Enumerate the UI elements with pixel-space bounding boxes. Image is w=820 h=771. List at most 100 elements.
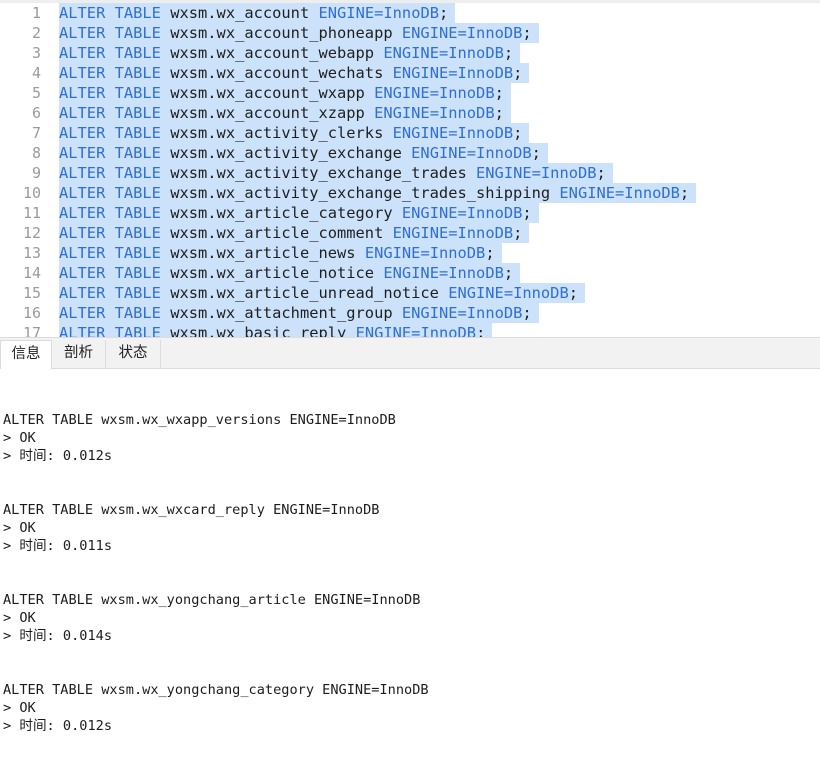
sql-keyword: ALTER TABLE: [59, 84, 161, 102]
line-number: 12: [22, 224, 41, 242]
engine-keyword: ENGINE: [401, 204, 458, 222]
log-statement: ALTER TABLE wxsm.wx_yongchang_category E…: [3, 682, 429, 698]
code-text[interactable]: ALTER TABLE wxsm.wx_account_webapp ENGIN…: [59, 43, 521, 63]
tab-status[interactable]: 状态: [106, 340, 161, 369]
engine-value: InnoDB: [540, 164, 597, 182]
line-number: 4: [31, 64, 41, 82]
line-number: 1: [31, 4, 41, 22]
code-line[interactable]: 15 ALTER TABLE wxsm.wx_article_unread_not…: [0, 283, 820, 303]
engine-value: InnoDB: [429, 244, 486, 262]
code-text[interactable]: ALTER TABLE wxsm.wx_article_notice ENGIN…: [59, 263, 521, 283]
code-line[interactable]: 9 ALTER TABLE wxsm.wx_activity_exchange_t…: [0, 163, 820, 183]
line-number: 14: [22, 264, 41, 282]
table-name: wxsm.wx_account_webapp: [170, 44, 375, 62]
code-line[interactable]: 1 ALTER TABLE wxsm.wx_account ENGINE=Inno…: [0, 3, 820, 23]
code-text[interactable]: ALTER TABLE wxsm.wx_activity_clerks ENGI…: [59, 123, 530, 143]
code-text[interactable]: ALTER TABLE wxsm.wx_activity_exchange EN…: [59, 143, 548, 163]
sql-keyword: ALTER TABLE: [59, 304, 161, 322]
engine-value: InnoDB: [448, 264, 504, 282]
code-text[interactable]: ALTER TABLE wxsm.wx_article_news ENGINE=…: [59, 243, 502, 263]
engine-keyword: ENGINE: [364, 244, 421, 262]
table-name: wxsm.wx_attachment_group: [170, 304, 393, 322]
table-name: wxsm.wx_article_category: [170, 204, 393, 222]
sql-keyword: ALTER TABLE: [59, 4, 161, 22]
code-text[interactable]: ALTER TABLE wxsm.wx_account_xzapp ENGINE…: [59, 103, 511, 123]
code-line[interactable]: 13 ALTER TABLE wxsm.wx_article_news ENGIN…: [0, 243, 820, 263]
engine-value: InnoDB: [438, 84, 495, 102]
log-result: > OK: [3, 520, 36, 536]
code-line[interactable]: 10 ALTER TABLE wxsm.wx_activity_exchange_…: [0, 183, 820, 203]
sql-keyword: ALTER TABLE: [59, 204, 161, 222]
table-name: wxsm.wx_account: [170, 4, 310, 22]
sql-keyword: ALTER TABLE: [59, 224, 161, 242]
code-text[interactable]: ALTER TABLE wxsm.wx_basic_reply ENGINE=I…: [59, 323, 493, 337]
sql-editor[interactable]: 1 ALTER TABLE wxsm.wx_account ENGINE=Inno…: [0, 0, 820, 337]
engine-keyword: ENGINE: [355, 324, 412, 337]
sql-keyword: ALTER TABLE: [59, 244, 161, 262]
code-line[interactable]: 11 ALTER TABLE wxsm.wx_article_category E…: [0, 203, 820, 223]
line-number: 16: [22, 304, 41, 322]
line-number: 2: [31, 24, 41, 42]
engine-keyword: ENGINE: [448, 284, 504, 302]
code-text[interactable]: ALTER TABLE wxsm.wx_activity_exchange_tr…: [59, 183, 697, 203]
sql-keyword: ALTER TABLE: [59, 324, 161, 337]
engine-value: InnoDB: [476, 144, 532, 162]
tab-info[interactable]: 信息: [0, 340, 52, 370]
code-text[interactable]: ALTER TABLE wxsm.wx_article_unread_notic…: [59, 283, 585, 303]
engine-keyword: ENGINE: [411, 144, 467, 162]
line-number: 7: [31, 124, 41, 142]
engine-keyword: ENGINE: [392, 64, 449, 82]
line-number: 9: [31, 164, 41, 182]
code-text[interactable]: ALTER TABLE wxsm.wx_account_wechats ENGI…: [59, 63, 530, 83]
line-number: 10: [22, 184, 41, 202]
log-time: > 时间: 0.012s: [3, 448, 113, 464]
code-line[interactable]: 12 ALTER TABLE wxsm.wx_article_comment EN…: [0, 223, 820, 243]
log-result: > OK: [3, 430, 36, 446]
sql-keyword: ALTER TABLE: [59, 284, 161, 302]
result-tabbar: 信息 剖析 状态: [0, 337, 820, 370]
code-line[interactable]: 2 ALTER TABLE wxsm.wx_account_phoneapp EN…: [0, 23, 820, 43]
table-name: wxsm.wx_article_comment: [170, 224, 384, 242]
table-name: wxsm.wx_activity_clerks: [170, 124, 384, 142]
code-text[interactable]: ALTER TABLE wxsm.wx_article_comment ENGI…: [59, 223, 530, 243]
engine-value: InnoDB: [383, 4, 439, 22]
code-text[interactable]: ALTER TABLE wxsm.wx_account_phoneapp ENG…: [59, 23, 539, 43]
engine-keyword: ENGINE: [383, 264, 439, 282]
line-number: 15: [22, 284, 41, 302]
code-text[interactable]: ALTER TABLE wxsm.wx_attachment_group ENG…: [59, 303, 539, 323]
code-text[interactable]: ALTER TABLE wxsm.wx_activity_exchange_tr…: [59, 163, 613, 183]
code-line[interactable]: 4 ALTER TABLE wxsm.wx_account_wechats ENG…: [0, 63, 820, 83]
line-number: 13: [22, 244, 41, 262]
table-name: wxsm.wx_account_xzapp: [170, 104, 365, 122]
tab-profile[interactable]: 剖析: [52, 340, 106, 369]
code-text[interactable]: ALTER TABLE wxsm.wx_account ENGINE=InnoD…: [59, 3, 456, 23]
code-text[interactable]: ALTER TABLE wxsm.wx_account_wxapp ENGINE…: [59, 83, 511, 103]
table-name: wxsm.wx_article_notice: [170, 264, 375, 282]
engine-keyword: ENGINE: [401, 24, 458, 42]
code-line[interactable]: 5 ALTER TABLE wxsm.wx_account_wxapp ENGIN…: [0, 83, 820, 103]
code-text[interactable]: ALTER TABLE wxsm.wx_article_category ENG…: [59, 203, 539, 223]
log-statement: ALTER TABLE wxsm.wx_wxcard_reply ENGINE=…: [3, 502, 380, 518]
line-number: 5: [31, 84, 41, 102]
engine-value: InnoDB: [457, 124, 514, 142]
code-line[interactable]: 7 ALTER TABLE wxsm.wx_activity_clerks ENG…: [0, 123, 820, 143]
engine-keyword: ENGINE: [374, 84, 430, 102]
code-line[interactable]: 14 ALTER TABLE wxsm.wx_article_notice ENG…: [0, 263, 820, 283]
engine-value: InnoDB: [624, 184, 680, 202]
code-line[interactable]: 17 ALTER TABLE wxsm.wx_basic_reply ENGINE…: [0, 323, 820, 337]
code-line[interactable]: 8 ALTER TABLE wxsm.wx_activity_exchange E…: [0, 143, 820, 163]
code-line[interactable]: 3 ALTER TABLE wxsm.wx_account_webapp ENGI…: [0, 43, 820, 63]
engine-keyword: ENGINE: [392, 124, 449, 142]
log-result: > OK: [3, 700, 36, 716]
code-line[interactable]: 6 ALTER TABLE wxsm.wx_account_xzapp ENGIN…: [0, 103, 820, 123]
log-result: > OK: [3, 610, 36, 626]
table-name: wxsm.wx_activity_exchange_trades: [170, 164, 467, 182]
message-log[interactable]: ALTER TABLE wxsm.wx_wxapp_versions ENGIN…: [0, 369, 820, 771]
line-number: 11: [22, 204, 41, 222]
line-number: 17: [22, 324, 41, 337]
engine-keyword: ENGINE: [559, 184, 616, 202]
sql-keyword: ALTER TABLE: [59, 44, 161, 62]
engine-value: InnoDB: [457, 224, 514, 242]
code-line[interactable]: 16 ALTER TABLE wxsm.wx_attachment_group E…: [0, 303, 820, 323]
table-name: wxsm.wx_article_unread_notice: [170, 284, 439, 302]
